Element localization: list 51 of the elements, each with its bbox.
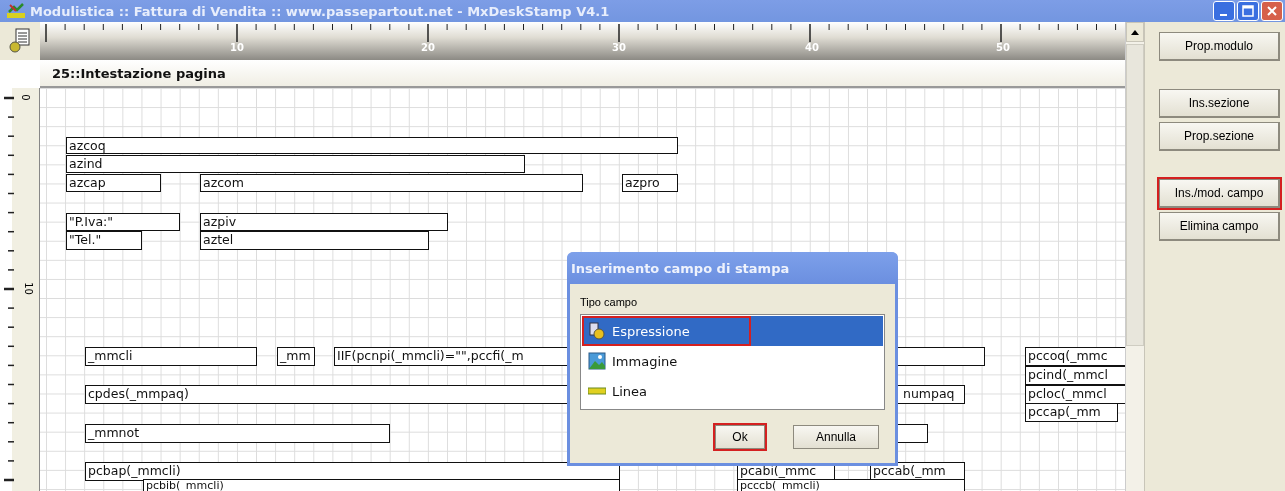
scroll-up-icon[interactable]: [1131, 29, 1139, 35]
dialog-button[interactable]: Ok: [715, 425, 765, 449]
line-icon: [588, 386, 606, 396]
ruler-label: 40: [805, 42, 819, 53]
maximize-icon: [1242, 5, 1254, 17]
scrollbar[interactable]: [1125, 22, 1144, 491]
ruler-label: 30: [612, 42, 626, 53]
list-label: Tipo campo: [580, 296, 639, 308]
maximize-button[interactable]: [1237, 1, 1259, 21]
list-item[interactable]: Espressione: [582, 316, 751, 346]
app-icon: [6, 3, 26, 19]
print-field[interactable]: aztel: [200, 231, 429, 250]
print-field[interactable]: "P.Iva:": [66, 213, 180, 231]
side-button[interactable]: Ins./mod. campo: [1159, 179, 1280, 208]
side-button[interactable]: Elimina campo: [1159, 212, 1280, 241]
document-icon[interactable]: [8, 28, 32, 54]
ruler-label: 10: [230, 42, 244, 53]
side-button[interactable]: Prop.modulo: [1159, 32, 1280, 61]
window-title: Modulistica :: Fattura di Vendita :: www.passepartout.net - MxDeskStamp V4.1: [30, 3, 610, 19]
ruler-label: 0: [19, 94, 31, 101]
print-field[interactable]: azcoq: [66, 137, 678, 154]
ruler-label: 50: [996, 42, 1010, 53]
ruler-label: 10: [22, 282, 34, 295]
dialog-button[interactable]: Annulla: [793, 425, 879, 449]
print-field[interactable]: azcap: [66, 174, 161, 192]
print-field[interactable]: azind: [66, 155, 525, 173]
minimize-icon: [1219, 14, 1227, 16]
section-title: 25::Intestazione pagina: [52, 65, 226, 81]
close-button[interactable]: [1261, 1, 1283, 21]
print-field[interactable]: pccap(_mm: [1025, 403, 1118, 422]
print-field[interactable]: pccab(_mm: [870, 462, 965, 480]
side-button[interactable]: Ins.sezione: [1159, 89, 1280, 118]
gear-puzzle-icon: [588, 322, 606, 340]
print-field[interactable]: pcind(_mmcl: [1025, 366, 1125, 385]
print-field[interactable]: pcbib(_mmcli): [143, 479, 620, 491]
print-field[interactable]: _mmnot: [85, 424, 390, 443]
print-field[interactable]: azpro: [622, 174, 678, 192]
print-field[interactable]: _mm: [277, 347, 315, 366]
print-field[interactable]: pccoq(_mmc: [1025, 347, 1125, 366]
print-field[interactable]: azpiv: [200, 213, 448, 231]
print-field[interactable]: pcccb(_mmcli): [737, 479, 965, 491]
print-field[interactable]: _mmcli: [85, 347, 257, 366]
print-field[interactable]: pcloc(_mmcl: [1025, 385, 1125, 404]
print-field[interactable]: azcom: [200, 174, 583, 192]
side-button[interactable]: Prop.sezione: [1159, 122, 1280, 151]
dialog-title: Inserimento campo di stampa: [571, 260, 790, 276]
minimize-button[interactable]: [1213, 1, 1235, 21]
close-icon: [1266, 5, 1278, 17]
ruler-label: 20: [421, 42, 435, 53]
print-field[interactable]: "Tel.": [66, 231, 142, 250]
image-icon: [588, 352, 606, 370]
